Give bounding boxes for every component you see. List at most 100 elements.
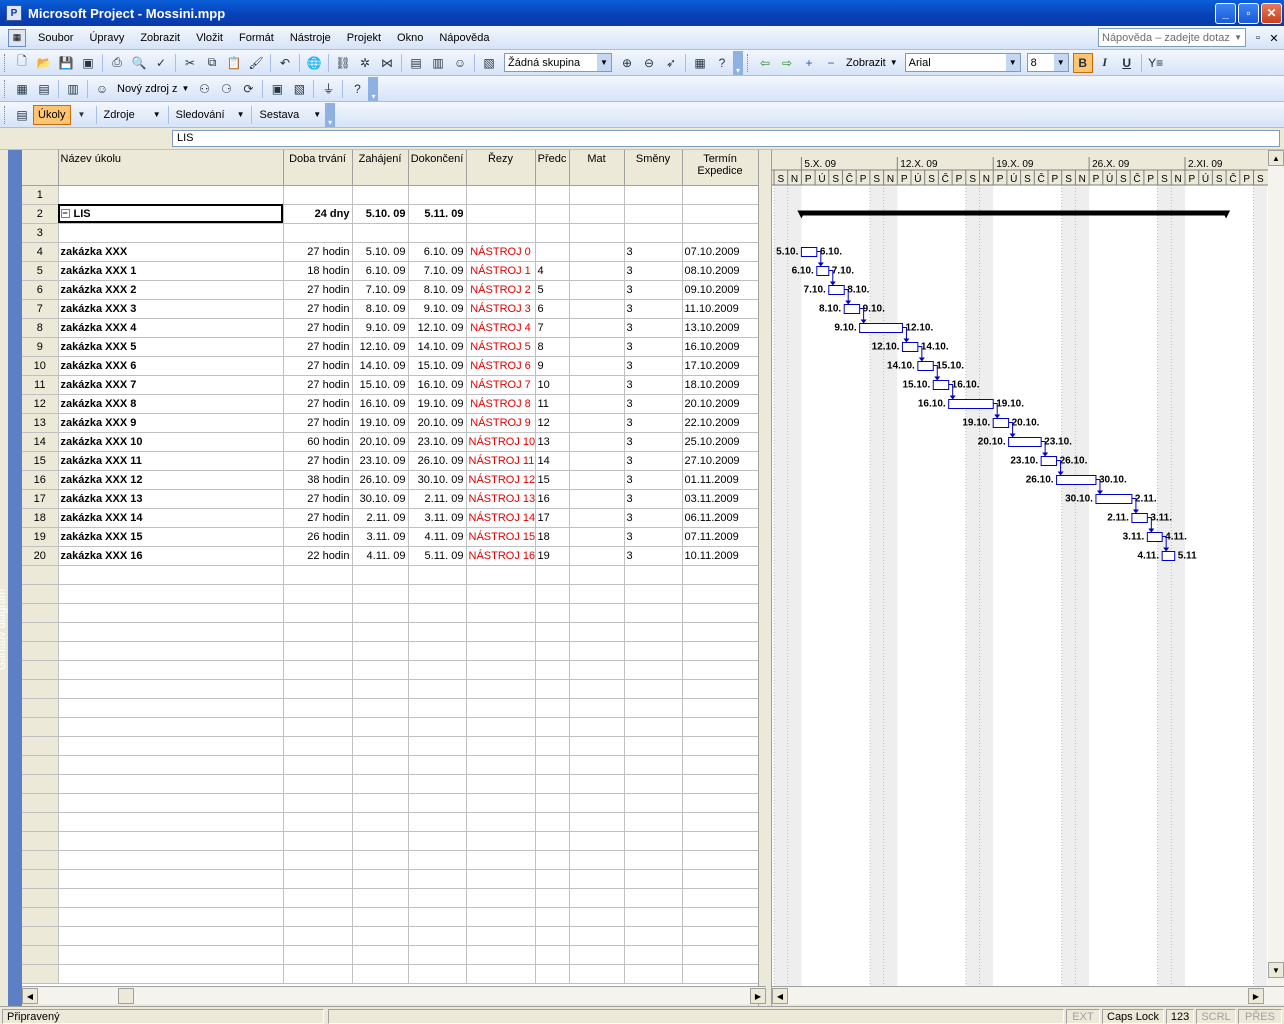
gantt-horizontal-scrollbar[interactable]: ◀ ▶: [772, 986, 1284, 1004]
filter-funnel-icon[interactable]: ⏚: [318, 79, 338, 99]
cell-termin[interactable]: [682, 888, 758, 908]
cell-start[interactable]: 16.10. 09: [352, 394, 409, 414]
underline-button[interactable]: U: [1117, 53, 1137, 73]
cell-duration[interactable]: [283, 679, 353, 699]
cell-mat[interactable]: [569, 698, 625, 718]
row-number[interactable]: 10: [22, 356, 59, 376]
row-number[interactable]: [22, 717, 59, 737]
cell-duration[interactable]: [283, 774, 353, 794]
cell-smeny[interactable]: [624, 926, 683, 946]
row-number[interactable]: 11: [22, 375, 59, 395]
cell-termin[interactable]: [682, 964, 758, 984]
cell-rezy[interactable]: NÁSTROJ 15: [466, 527, 536, 547]
cell-termin[interactable]: 06.11.2009: [682, 508, 758, 528]
row-number[interactable]: 17: [22, 489, 59, 509]
cell-rezy[interactable]: [466, 622, 536, 642]
cell-finish[interactable]: [408, 964, 467, 984]
cell-duration[interactable]: [283, 869, 353, 889]
column-header[interactable]: Dokončení: [408, 150, 467, 186]
cell-start[interactable]: 19.10. 09: [352, 413, 409, 433]
row-number[interactable]: 18: [22, 508, 59, 528]
cell-duration[interactable]: [283, 755, 353, 775]
cell-pred[interactable]: [535, 679, 570, 699]
resources-button[interactable]: Zdroje ▼: [100, 105, 165, 125]
menu-8[interactable]: Nápověda: [431, 27, 497, 49]
print-preview-icon[interactable]: 🔍: [129, 53, 149, 73]
cell-start[interactable]: [352, 717, 409, 737]
toolbar-grip[interactable]: [4, 79, 7, 98]
cell-pred[interactable]: [535, 204, 570, 224]
cell-finish[interactable]: [408, 185, 467, 205]
cell-smeny[interactable]: 3: [624, 261, 683, 281]
row-number[interactable]: [22, 907, 59, 927]
cell-smeny[interactable]: 3: [624, 375, 683, 395]
cell-start[interactable]: [352, 755, 409, 775]
cell-smeny[interactable]: [624, 641, 683, 661]
scroll-right-icon[interactable]: ▶: [750, 988, 766, 1004]
cell-smeny[interactable]: [624, 869, 683, 889]
cell-termin[interactable]: [682, 907, 758, 927]
cell-start[interactable]: 5.10. 09: [352, 242, 409, 262]
cell-smeny[interactable]: [624, 964, 683, 984]
cell-start[interactable]: 2.11. 09: [352, 508, 409, 528]
cell-start[interactable]: 8.10. 09: [352, 299, 409, 319]
row-number[interactable]: [22, 812, 59, 832]
cell-pred[interactable]: [535, 565, 570, 585]
resource-details-icon[interactable]: ▧: [289, 79, 309, 99]
cell-mat[interactable]: [569, 774, 625, 794]
cell-pred[interactable]: [535, 774, 570, 794]
cell-termin[interactable]: 09.10.2009: [682, 280, 758, 300]
cell-rezy[interactable]: NÁSTROJ 7: [466, 375, 536, 395]
cell-duration[interactable]: [283, 964, 353, 984]
cell-pred[interactable]: [535, 736, 570, 756]
copy-picture-icon[interactable]: ▦: [690, 53, 710, 73]
cell-finish[interactable]: 30.10. 09: [408, 470, 467, 490]
row-number[interactable]: 20: [22, 546, 59, 566]
cell-finish[interactable]: 26.10. 09: [408, 451, 467, 471]
cell-name[interactable]: [58, 223, 284, 243]
menu-6[interactable]: Projekt: [339, 27, 389, 49]
column-header[interactable]: Zahájení: [352, 150, 409, 186]
cell-termin[interactable]: [682, 869, 758, 889]
cell-termin[interactable]: [682, 622, 758, 642]
cell-name[interactable]: [58, 888, 284, 908]
cell-start[interactable]: 3.11. 09: [352, 527, 409, 547]
cell-duration[interactable]: [283, 584, 353, 604]
cell-rezy[interactable]: [466, 223, 536, 243]
cell-finish[interactable]: [408, 945, 467, 965]
cell-start[interactable]: 12.10. 09: [352, 337, 409, 357]
row-number[interactable]: [22, 945, 59, 965]
cell-finish[interactable]: [408, 660, 467, 680]
cell-name[interactable]: zakázka XXX 2: [58, 280, 284, 300]
help-search-input[interactable]: Nápověda – zadejte dotaz ▼: [1098, 28, 1246, 47]
cell-name[interactable]: [58, 679, 284, 699]
cell-rezy[interactable]: [466, 660, 536, 680]
cell-termin[interactable]: [682, 204, 758, 224]
dropdown-arrow-icon[interactable]: ▼: [1053, 54, 1068, 71]
cell-duration[interactable]: 27 hodin: [283, 242, 353, 262]
cell-mat[interactable]: [569, 489, 625, 509]
cell-duration[interactable]: 27 hodin: [283, 356, 353, 376]
cell-duration[interactable]: 18 hodin: [283, 261, 353, 281]
link-tasks-icon[interactable]: ⛓: [333, 53, 353, 73]
cell-termin[interactable]: [682, 584, 758, 604]
unlink-tasks-icon[interactable]: ✲: [355, 53, 375, 73]
cell-finish[interactable]: [408, 679, 467, 699]
task-info-icon[interactable]: ▤: [406, 53, 426, 73]
cell-smeny[interactable]: [624, 831, 683, 851]
cell-rezy[interactable]: [466, 850, 536, 870]
view-bar[interactable]: Ganttův diagram: [0, 150, 22, 1006]
cell-duration[interactable]: [283, 945, 353, 965]
cell-smeny[interactable]: [624, 223, 683, 243]
cell-pred[interactable]: [535, 622, 570, 642]
cell-name[interactable]: [58, 755, 284, 775]
cell-pred[interactable]: 15: [535, 470, 570, 490]
team-planner-icon[interactable]: ▦: [12, 79, 32, 99]
cell-start[interactable]: [352, 888, 409, 908]
tracking-button[interactable]: Sledování ▼: [172, 105, 249, 125]
cell-mat[interactable]: [569, 907, 625, 927]
cell-mat[interactable]: [569, 356, 625, 376]
cell-name[interactable]: zakázka XXX 6: [58, 356, 284, 376]
row-number[interactable]: [22, 926, 59, 946]
cell-mat[interactable]: [569, 850, 625, 870]
